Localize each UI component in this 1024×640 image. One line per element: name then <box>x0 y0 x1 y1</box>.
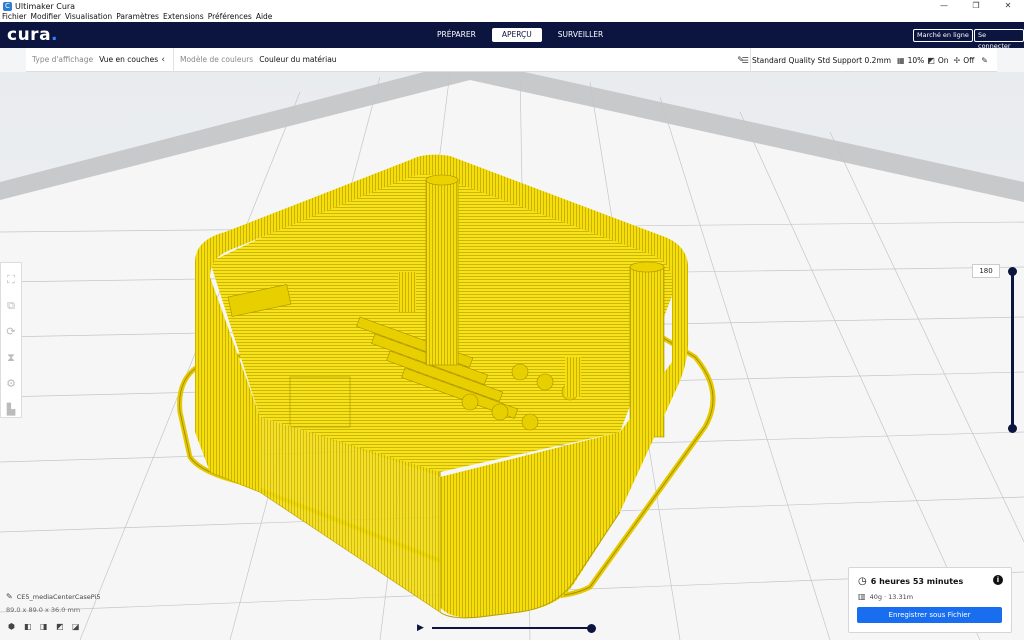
mirror-tool-icon[interactable]: ⧗ <box>7 345 15 371</box>
support-icon: ◩ <box>927 55 935 65</box>
material-usage: 40g · 13.31m <box>869 592 914 601</box>
object-info: ✎ CE5_mediaCenterCasePi5 89.0 x 89.0 x 36… <box>6 592 100 614</box>
build-plate-render <box>0 72 1024 640</box>
menu-preferences[interactable]: Préférences <box>208 12 252 22</box>
sign-in-button[interactable]: Se connecter <box>974 29 1024 50</box>
window-title: Ultimaker Cura <box>15 1 76 11</box>
pencil-icon[interactable]: ✎ <box>6 592 13 601</box>
save-to-file-button[interactable]: Enregistrer sous Fichier <box>857 607 1002 623</box>
infill-icon: ▦ <box>897 55 905 65</box>
menu-view[interactable]: Visualisation <box>65 12 112 22</box>
3d-view-icon[interactable]: ⬢ <box>8 622 20 632</box>
maximize-icon[interactable]: ❐ <box>960 0 992 12</box>
3d-viewport[interactable] <box>0 72 1024 640</box>
path-slider-track[interactable] <box>432 627 592 629</box>
menu-edit[interactable]: Modifier <box>31 12 61 22</box>
left-view-icon[interactable]: ◩ <box>56 622 68 632</box>
print-settings-summary[interactable]: ☰ Standard Quality Std Support 0.2mm ▦ 1… <box>739 48 991 72</box>
view-type-value: Vue en couches <box>99 55 159 64</box>
front-view-icon[interactable]: ◧ <box>24 622 36 632</box>
marketplace-button[interactable]: Marché en ligne <box>913 29 973 42</box>
adhesion-icon: ✢ <box>953 55 961 65</box>
profile-name: Standard Quality Std Support 0.2mm <box>751 55 892 65</box>
color-scheme-label: Modèle de couleurs <box>180 55 254 64</box>
menu-settings[interactable]: Paramètres <box>116 12 159 22</box>
stage-tabs: PRÉPARER APERÇU SURVEILLER <box>424 28 616 42</box>
menu-help[interactable]: Aide <box>256 12 273 22</box>
view-type-selector[interactable]: Type d'affichage Vue en couches ‹ <box>26 47 174 72</box>
menu-bar: Fichier Modifier Visualisation Paramètre… <box>0 12 1024 22</box>
info-icon[interactable]: i <box>993 575 1003 585</box>
cura-app-icon: C <box>3 1 12 11</box>
color-scheme-value: Couleur du matériau <box>259 55 337 64</box>
object-dimensions: 89.0 x 89.0 x 36.0 mm <box>6 606 81 614</box>
infill-value: 10% <box>907 55 925 65</box>
move-tool-icon[interactable]: ⛶ <box>7 267 15 293</box>
color-scheme-selector[interactable]: Modèle de couleurs Couleur du matériau ✎ <box>174 47 751 72</box>
print-summary-panel: ◷ 6 heures 53 minutes i ▥ 40g · 13.31m Enr… <box>848 567 1012 633</box>
right-view-icon[interactable]: ◪ <box>72 622 84 632</box>
title-bar: C Ultimaker Cura — ❐ ✕ <box>0 0 1024 12</box>
object-name: CE5_mediaCenterCasePi5 <box>16 592 101 601</box>
pencil-icon[interactable]: ✎ <box>981 56 988 65</box>
layer-number[interactable]: 180 <box>972 264 1000 278</box>
top-view-icon[interactable]: ◨ <box>40 622 52 632</box>
cura-logo: cura. <box>7 25 58 45</box>
tab-prepare[interactable]: PRÉPARER <box>427 28 486 42</box>
tab-preview[interactable]: APERÇU <box>491 28 542 42</box>
clock-icon: ◷ <box>858 576 867 587</box>
rotate-tool-icon[interactable]: ⟳ <box>6 319 15 345</box>
print-time: 6 heures 53 minutes <box>870 577 964 586</box>
path-slider-handle[interactable] <box>587 624 596 633</box>
logo-dot: . <box>51 25 59 45</box>
app-header: cura. PRÉPARER APERÇU SURVEILLER Marché … <box>0 22 1024 50</box>
support-blocker-icon[interactable]: ▙ <box>7 397 15 423</box>
scale-tool-icon[interactable]: ⧉ <box>7 293 15 319</box>
layer-slider-track[interactable] <box>1011 272 1014 428</box>
support-value: On <box>937 55 949 65</box>
chevron-left-icon[interactable]: ‹ <box>161 55 165 65</box>
left-toolbar: ⛶ ⧉ ⟳ ⧗ ⚙ ▙ <box>0 262 22 418</box>
profile-icon: ☰ <box>741 55 749 65</box>
per-model-settings-icon[interactable]: ⚙ <box>6 371 16 397</box>
spool-icon: ▥ <box>858 592 866 601</box>
menu-extensions[interactable]: Extensions <box>163 12 204 22</box>
view-settings-bar: Type d'affichage Vue en couches ‹ Modèle… <box>26 47 997 72</box>
close-icon[interactable]: ✕ <box>992 0 1024 12</box>
layer-slider-top-handle[interactable] <box>1008 267 1017 276</box>
layer-slider-bottom-handle[interactable] <box>1008 424 1017 433</box>
minimize-icon[interactable]: — <box>928 0 960 12</box>
adhesion-value: Off <box>963 55 975 65</box>
play-icon[interactable]: ▶ <box>417 623 424 633</box>
tab-monitor[interactable]: SURVEILLER <box>548 28 613 42</box>
logo-text: cura <box>7 25 52 45</box>
menu-file[interactable]: Fichier <box>2 12 27 22</box>
camera-view-buttons: ⬢ ◧ ◨ ◩ ◪ <box>8 622 88 632</box>
view-type-label: Type d'affichage <box>32 55 94 64</box>
window-controls: — ❐ ✕ <box>928 0 1024 12</box>
